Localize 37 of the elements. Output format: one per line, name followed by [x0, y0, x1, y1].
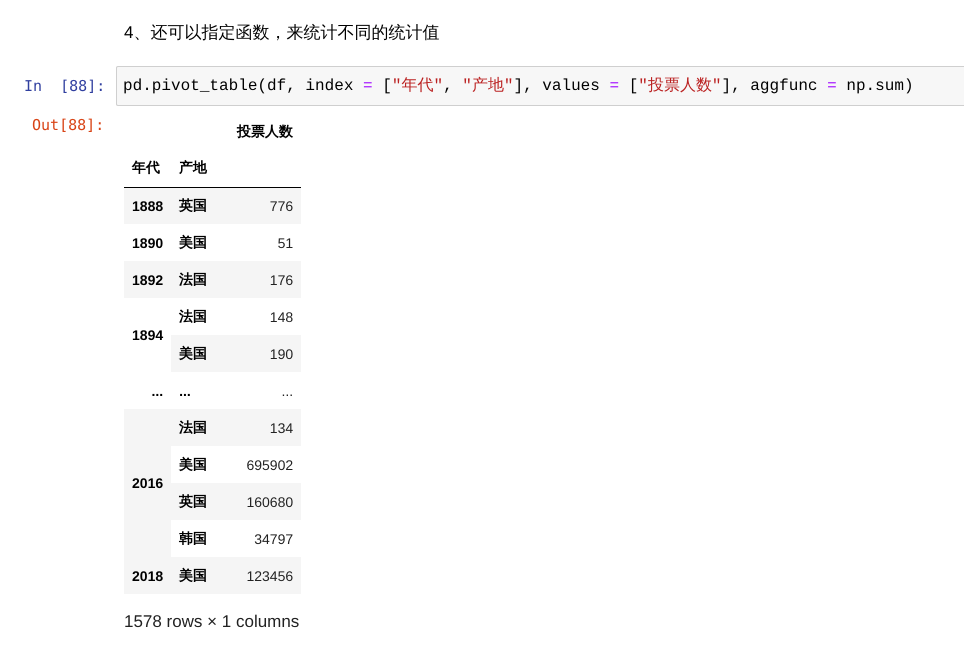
row-index-cell: 韩国: [171, 520, 224, 557]
table-cell: 176: [223, 261, 302, 298]
row-index-cell: 1888: [124, 187, 172, 224]
row-index-cell: ...: [124, 372, 172, 409]
table-cell: 134: [223, 409, 302, 446]
row-index-cell: 2018: [124, 557, 172, 594]
row-index-cell: 1890: [124, 224, 172, 261]
row-index-cell: 英国: [171, 187, 224, 224]
code-cell[interactable]: pd.pivot_table(df, index = ["年代", "产地"], values = ["投票人数"], aggfunc = np.sum): [116, 66, 964, 106]
output-prompt: Out[88]:: [31, 115, 106, 136]
table-cell: 51: [223, 224, 302, 261]
column-header: 投票人数: [236, 122, 294, 141]
row-index-cell: 法国: [171, 298, 224, 335]
row-index-cell: 英国: [171, 483, 224, 520]
row-index-cell: 1894: [124, 298, 172, 372]
row-index-cell: 美国: [171, 557, 224, 594]
row-index-cell: ...: [171, 372, 224, 409]
table-cell: 160680: [223, 483, 302, 520]
input-prompt: In [88]:: [23, 77, 106, 95]
row-index-cell: 2016: [124, 409, 172, 557]
row-index-cell: 1892: [124, 261, 172, 298]
row-index-cell: 法国: [171, 409, 224, 446]
row-index-cell: 美国: [171, 224, 224, 261]
table-summary: 1578 rows × 1 columns: [124, 612, 300, 632]
row-index-cell: 美国: [171, 446, 224, 483]
table-cell: 776: [223, 187, 302, 224]
table-cell: ...: [223, 372, 302, 409]
index-name-header: 产地: [171, 150, 224, 187]
index-name-header: 年代: [124, 150, 172, 187]
table-cell: 148: [223, 298, 302, 335]
row-index-cell: 美国: [171, 335, 224, 372]
table-cell: 695902: [223, 446, 302, 483]
section-heading: 4、还可以指定函数，来统计不同的统计值: [124, 22, 440, 44]
table-cell: 123456: [223, 557, 302, 594]
table-cell: 190: [223, 335, 302, 372]
table-cell: 34797: [223, 520, 302, 557]
row-index-cell: 法国: [171, 261, 224, 298]
